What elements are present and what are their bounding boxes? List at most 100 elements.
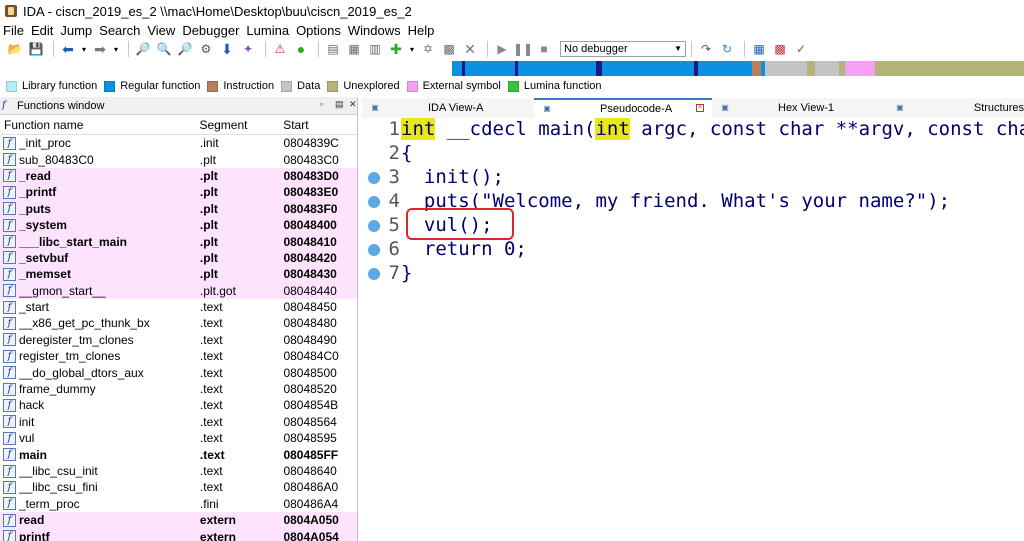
- tab-close-icon[interactable]: ×: [696, 104, 704, 112]
- forward-arrow-icon[interactable]: ➡: [91, 41, 109, 57]
- function-row[interactable]: f __libc_csu_fini .text 080486A0: [0, 479, 357, 495]
- menu-jump[interactable]: Jump: [60, 23, 92, 38]
- close-icon[interactable]: ✕: [349, 99, 357, 110]
- breakpoint-dot-icon[interactable]: [368, 196, 380, 208]
- function-row[interactable]: f _start .text 08048450: [0, 299, 357, 315]
- function-row[interactable]: f _puts .plt 080483F0: [0, 200, 357, 217]
- function-row[interactable]: f ___libc_start_main .plt 08048410: [0, 233, 357, 250]
- function-row[interactable]: f _system .plt 08048400: [0, 216, 357, 234]
- code-line[interactable]: 3 init();: [362, 166, 1024, 190]
- function-row[interactable]: f __libc_csu_init .text 08048640: [0, 463, 357, 479]
- function-row[interactable]: f _setvbuf .plt 08048420: [0, 249, 357, 267]
- plus-icon[interactable]: ✚: [387, 41, 405, 57]
- function-icon: f: [3, 464, 16, 478]
- tab-hex-view-1[interactable]: ▣ Hex View-1: [712, 98, 888, 118]
- menu-file[interactable]: File: [3, 23, 24, 38]
- search-immediate-icon[interactable]: 🔎: [176, 41, 194, 57]
- function-row[interactable]: f _read .plt 080483D0: [0, 167, 357, 185]
- save-icon[interactable]: 💾: [27, 41, 45, 57]
- graph-icon[interactable]: ▦: [750, 41, 768, 57]
- settings-check-icon[interactable]: ✓: [792, 41, 810, 57]
- line-number: 3: [388, 166, 400, 188]
- legend-label: Lumina function: [523, 80, 602, 92]
- menu-bar: File Edit Jump Search View Debugger Lumina Opti…: [0, 22, 1024, 38]
- open-folder-icon[interactable]: 📂: [6, 41, 24, 57]
- code-line[interactable]: 6 return 0;: [362, 238, 1024, 262]
- function-name: _term_proc: [18, 496, 80, 511]
- breakpoint-dot-icon[interactable]: [368, 244, 380, 256]
- debugger-select[interactable]: No debugger ▼: [560, 41, 686, 57]
- dropdown-icon[interactable]: ▾: [112, 41, 120, 57]
- code-line[interactable]: 7}: [362, 262, 1024, 286]
- close-x-icon[interactable]: ✕: [461, 41, 479, 57]
- function-row[interactable]: f _memset .plt 08048430: [0, 266, 357, 283]
- function-row[interactable]: f init .text 08048564: [0, 414, 357, 430]
- stop-icon[interactable]: ■: [535, 41, 553, 57]
- code-icon[interactable]: ▤: [324, 41, 342, 57]
- nav-segment: [752, 61, 761, 76]
- function-row[interactable]: f register_tm_clones .text 080484C0: [0, 348, 357, 364]
- dropdown-icon[interactable]: ▾: [80, 41, 88, 57]
- menu-help[interactable]: Help: [408, 23, 435, 38]
- function-row[interactable]: f _term_proc .fini 080486A4: [0, 496, 357, 512]
- pin-icon[interactable]: ✦: [239, 41, 257, 57]
- chart-icon[interactable]: ▩: [771, 41, 789, 57]
- breakpoint-dot-icon[interactable]: [368, 268, 380, 280]
- column-segment[interactable]: Segment: [196, 118, 281, 132]
- pseudocode-view[interactable]: 1 int __cdecl main(int argc, const char *…: [362, 118, 1024, 541]
- toolbar-separator: [265, 41, 266, 57]
- menu-lumina[interactable]: Lumina: [246, 23, 289, 38]
- function-row[interactable]: f vul .text 08048595: [0, 430, 357, 446]
- function-row[interactable]: f _printf .plt 080483E0: [0, 184, 357, 201]
- menu-debugger[interactable]: Debugger: [182, 23, 239, 38]
- breakpoint-dot-icon[interactable]: [368, 220, 380, 232]
- menu-windows[interactable]: Windows: [348, 23, 401, 38]
- function-row[interactable]: f sub_80483C0 .plt 080483C0: [0, 151, 357, 167]
- breakpoint-dot-icon[interactable]: [368, 172, 380, 184]
- legend-label: Unexplored: [343, 80, 400, 92]
- function-segment: .fini: [199, 496, 219, 511]
- function-segment: .plt: [199, 267, 218, 282]
- function-row[interactable]: f deregister_tm_clones .text 08048490: [0, 332, 357, 348]
- function-row[interactable]: f printf extern 0804A054: [0, 528, 357, 541]
- function-row[interactable]: f read extern 0804A050: [0, 511, 357, 529]
- column-start[interactable]: Start: [281, 118, 357, 132]
- restore-icon[interactable]: ▫: [320, 99, 323, 109]
- search-text-icon[interactable]: 🔍: [155, 41, 173, 57]
- function-row[interactable]: f _init_proc .init 0804839C: [0, 135, 357, 151]
- code-line[interactable]: 1 int __cdecl main(int argc, const char *…: [362, 118, 1024, 142]
- struct-icon[interactable]: ▩: [440, 41, 458, 57]
- jump-down-icon[interactable]: ⬇: [218, 41, 236, 57]
- function-row[interactable]: f hack .text 0804854B: [0, 397, 357, 413]
- menu-options[interactable]: Options: [296, 23, 341, 38]
- green-status-icon[interactable]: ●: [292, 41, 310, 57]
- legend-item: Data: [281, 80, 320, 92]
- tab-structures[interactable]: ▣ Structures: [888, 98, 1024, 118]
- column-function-name[interactable]: Function name: [0, 118, 196, 132]
- back-arrow-icon[interactable]: ⬅: [59, 41, 77, 57]
- menu-view[interactable]: View: [147, 23, 175, 38]
- search-binary-icon[interactable]: 🔎: [134, 41, 152, 57]
- function-row[interactable]: f frame_dummy .text 08048520: [0, 381, 357, 397]
- float-icon[interactable]: ▤: [335, 99, 344, 110]
- search-next-icon[interactable]: ⚙: [197, 41, 215, 57]
- menu-edit[interactable]: Edit: [31, 23, 53, 38]
- code-line[interactable]: 2{: [362, 142, 1024, 166]
- dropdown-icon[interactable]: ▾: [408, 41, 416, 57]
- tab-ida-view-a[interactable]: ▣ IDA View-A: [362, 98, 534, 118]
- function-row[interactable]: f __x86_get_pc_thunk_bx .text 08048480: [0, 315, 357, 331]
- function-row[interactable]: f main .text 080485FF: [0, 446, 357, 462]
- data-icon[interactable]: ▦: [345, 41, 363, 57]
- navigation-band[interactable]: [0, 61, 1024, 76]
- step-over-icon[interactable]: ↻: [718, 41, 736, 57]
- function-row[interactable]: f __do_global_dtors_aux .text 08048500: [0, 364, 357, 380]
- pause-icon[interactable]: ❚❚: [513, 41, 533, 57]
- function-row[interactable]: f __gmon_start__ .plt.got 08048440: [0, 282, 357, 299]
- menu-search[interactable]: Search: [99, 23, 140, 38]
- warning-icon[interactable]: ⚠: [271, 41, 289, 57]
- tab-pseudocode-a[interactable]: ▣ Pseudocode-A ×: [534, 98, 712, 118]
- undefine-icon[interactable]: ✡: [419, 41, 437, 57]
- array-icon[interactable]: ▥: [366, 41, 384, 57]
- play-icon[interactable]: ▶: [493, 41, 511, 57]
- step-into-icon[interactable]: ↷: [697, 41, 715, 57]
